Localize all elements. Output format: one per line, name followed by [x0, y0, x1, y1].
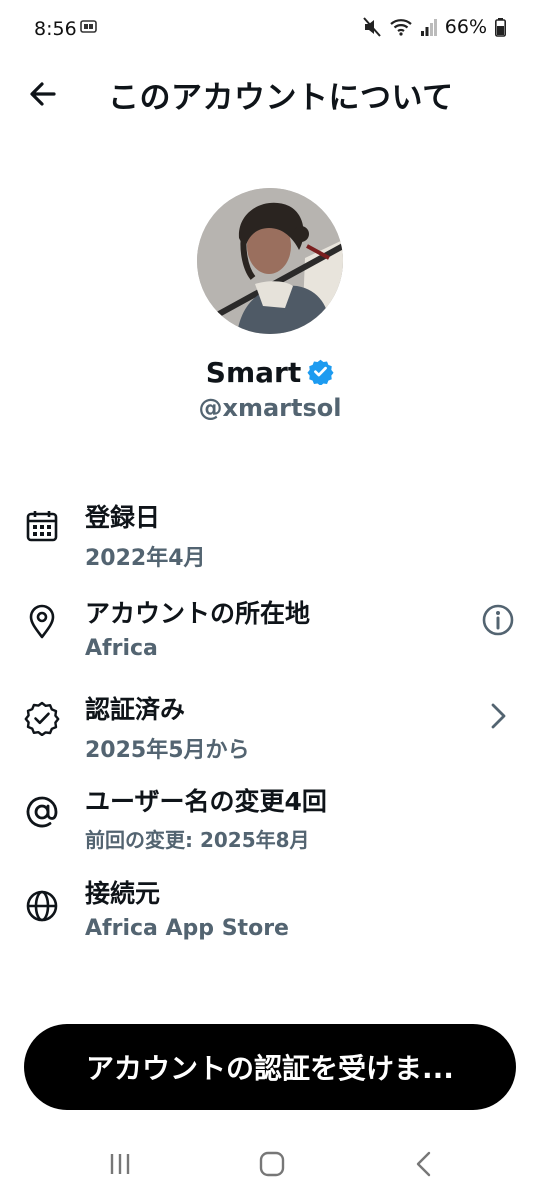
- info-row-location: アカウントの所在地 Africa: [0, 594, 540, 684]
- info-row-username-changes: ユーザー名の変更4回 前回の変更: 2025年8月: [0, 782, 540, 872]
- info-value: 2022年4月: [85, 546, 206, 571]
- home-icon[interactable]: [252, 1146, 292, 1182]
- verified-badge-icon: [307, 359, 334, 385]
- notification-icon: [80, 20, 97, 33]
- verified-badge-outline-icon: [24, 701, 60, 736]
- status-bar: 8:56 66%: [0, 0, 540, 62]
- info-row-connected-via: 接続元 Africa App Store: [0, 874, 540, 964]
- info-label: ユーザー名の変更4回: [85, 787, 327, 816]
- battery-percent: 66%: [444, 16, 487, 38]
- status-indicators: 66%: [363, 16, 506, 38]
- info-label: 登録日: [85, 503, 161, 532]
- back-arrow-icon[interactable]: [24, 74, 64, 114]
- location-pin-icon: [29, 604, 55, 639]
- info-row-joined: 登録日 2022年4月: [0, 498, 540, 588]
- info-label: アカウントの所在地: [85, 599, 311, 628]
- status-time: 8:56: [34, 18, 77, 40]
- display-name: Smart: [205, 356, 302, 389]
- recent-apps-icon[interactable]: [100, 1146, 140, 1182]
- system-back-icon[interactable]: [404, 1146, 444, 1182]
- header: このアカウントについて: [0, 62, 540, 124]
- handle: @xmartsol: [198, 394, 342, 422]
- mute-icon: [363, 17, 381, 37]
- info-value: 前回の変更: 2025年8月: [85, 828, 310, 852]
- get-verified-button[interactable]: アカウントの認証を受けま...: [24, 1024, 516, 1110]
- system-navbar: [0, 1130, 540, 1200]
- info-icon[interactable]: [480, 602, 516, 638]
- calendar-icon: [26, 511, 58, 542]
- info-row-verified[interactable]: 認証済み 2025年5月から: [0, 690, 540, 780]
- avatar[interactable]: [197, 188, 343, 334]
- info-label: 認証済み: [85, 695, 186, 724]
- info-value: Africa App Store: [85, 916, 289, 941]
- chevron-right-icon[interactable]: [480, 698, 516, 734]
- page-title: このアカウントについて: [108, 80, 454, 116]
- wifi-icon: [390, 19, 412, 36]
- profile-name: Smart: [0, 356, 540, 389]
- info-value: 2025年5月から: [85, 738, 250, 763]
- info-value: Africa: [85, 636, 158, 661]
- at-sign-icon: [26, 796, 58, 828]
- signal-icon: [420, 19, 437, 36]
- battery-icon: [495, 17, 506, 37]
- globe-icon: [26, 890, 58, 922]
- info-label: 接続元: [85, 879, 161, 908]
